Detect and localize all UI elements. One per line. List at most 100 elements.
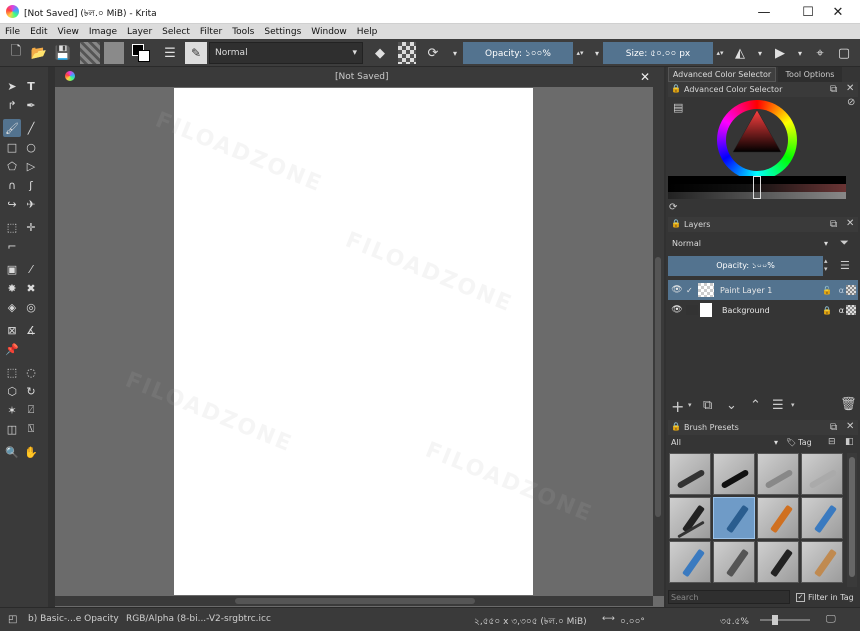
gradient-tool-icon[interactable]: ▣ bbox=[3, 260, 21, 278]
menu-select[interactable]: Select bbox=[162, 27, 190, 37]
move-tool-icon[interactable]: ✛ bbox=[22, 218, 40, 236]
menu-image[interactable]: Image bbox=[89, 27, 117, 37]
canvas-display-icon[interactable]: 🖵 bbox=[826, 614, 836, 625]
brush-search-input[interactable]: Search bbox=[668, 590, 790, 604]
menu-tools[interactable]: Tools bbox=[232, 27, 254, 37]
mirror-horizontal-icon[interactable]: ◭ bbox=[730, 42, 750, 64]
smart-patch-icon[interactable]: ✖ bbox=[22, 279, 40, 297]
float-panel-icon[interactable]: ⧉ bbox=[830, 422, 837, 433]
zoom-slider[interactable] bbox=[760, 615, 810, 625]
layer-blend-mode-select[interactable]: Normal ▾ bbox=[668, 234, 832, 252]
wrap-around-icon[interactable]: ⌖ bbox=[810, 42, 830, 64]
menu-filter[interactable]: Filter bbox=[200, 27, 222, 37]
alpha-icon[interactable]: α bbox=[839, 286, 844, 295]
canvas[interactable] bbox=[174, 88, 533, 595]
filter-in-tag-checkbox[interactable]: ✓ Filter in Tag bbox=[796, 590, 858, 604]
close-document-button[interactable]: ✕ bbox=[640, 70, 650, 84]
refresh-icon[interactable]: ⟳ bbox=[669, 202, 677, 213]
brush-settings-icon[interactable]: ☰ bbox=[160, 42, 180, 64]
inherit-alpha-icon[interactable] bbox=[846, 285, 856, 295]
menu-edit[interactable]: Edit bbox=[30, 27, 47, 37]
select-shapes-icon[interactable]: ➤ bbox=[3, 77, 21, 95]
magnetic-selection-icon[interactable]: ⍂ bbox=[22, 420, 40, 438]
menu-settings[interactable]: Settings bbox=[264, 27, 301, 37]
pan-tool-icon[interactable]: ✋ bbox=[22, 443, 40, 461]
brush-tag-filter-select[interactable]: All ▾ bbox=[668, 435, 781, 450]
brush-preset[interactable] bbox=[669, 497, 711, 539]
menu-window[interactable]: Window bbox=[311, 27, 347, 37]
layer-row-paint-layer-1[interactable]: 👁 ✓ Paint Layer 1 🔓 α bbox=[668, 280, 858, 300]
close-panel-icon[interactable]: ✕ bbox=[846, 421, 854, 432]
layer-row-background[interactable]: 👁 Background 🔒 α bbox=[668, 300, 858, 320]
inherit-alpha-icon[interactable] bbox=[846, 305, 856, 315]
display-settings-icon[interactable]: ◧ bbox=[845, 437, 854, 447]
colorize-mask-icon[interactable]: ✸ bbox=[3, 279, 21, 297]
gradient-swatch[interactable] bbox=[80, 42, 100, 64]
freehand-brush-icon[interactable]: 🖌 bbox=[3, 119, 21, 137]
tab-tool-options[interactable]: Tool Options bbox=[778, 67, 842, 82]
brush-preset[interactable] bbox=[669, 453, 711, 495]
checkbox-icon[interactable]: ✓ bbox=[796, 592, 805, 602]
crop-tool-icon[interactable]: ⌐ bbox=[3, 237, 21, 255]
checkbox-icon[interactable] bbox=[686, 305, 698, 315]
enclose-fill-icon[interactable]: ◎ bbox=[22, 298, 40, 316]
bezier-selection-icon[interactable]: ◫ bbox=[3, 420, 21, 438]
chevron-down-icon[interactable]: ▾ bbox=[791, 401, 795, 409]
fill-tool-icon[interactable]: ◈ bbox=[3, 298, 21, 316]
layer-menu-icon[interactable]: ☰ bbox=[840, 259, 850, 272]
multibrush-icon[interactable]: ✈ bbox=[22, 195, 40, 213]
vertical-scrollbar[interactable] bbox=[653, 87, 664, 596]
size-slider[interactable]: Size: ৫০.০০ px bbox=[603, 42, 713, 64]
horizontal-scrollbar[interactable] bbox=[55, 596, 653, 606]
polyline-tool-icon[interactable]: ▷ bbox=[22, 157, 40, 175]
polygon-tool-icon[interactable]: ⬠ bbox=[3, 157, 21, 175]
menu-file[interactable]: File bbox=[5, 27, 20, 37]
transform-tool-icon[interactable]: ⬚ bbox=[3, 218, 21, 236]
calligraphy-icon[interactable]: ✒ bbox=[22, 96, 40, 114]
delete-layer-icon[interactable]: 🗑 bbox=[840, 397, 857, 412]
chevron-down-icon[interactable]: ▾ bbox=[790, 42, 810, 64]
layer-opacity-slider[interactable]: Opacity: ১০০% bbox=[668, 256, 823, 276]
move-layer-down-icon[interactable]: ⌄ bbox=[726, 398, 737, 413]
similar-selection-icon[interactable]: ⍁ bbox=[22, 401, 40, 419]
open-folder-icon[interactable]: 📂 bbox=[29, 42, 49, 64]
lock-icon[interactable]: 🔒 bbox=[822, 306, 832, 315]
brush-preset[interactable] bbox=[757, 453, 799, 495]
text-tool-icon[interactable]: T bbox=[22, 77, 40, 95]
brush-preset[interactable] bbox=[801, 497, 843, 539]
size-spin-icon[interactable]: ▴▾ bbox=[714, 42, 726, 64]
float-panel-icon[interactable]: ⧉ bbox=[830, 84, 837, 95]
menu-help[interactable]: Help bbox=[357, 27, 378, 37]
pattern-swatch[interactable] bbox=[104, 42, 124, 64]
mirror-vertical-icon[interactable]: ▶ bbox=[770, 42, 790, 64]
contiguous-selection-icon[interactable]: ✶ bbox=[3, 401, 21, 419]
layer-opacity-spin-icon[interactable]: ▴ ▾ bbox=[824, 257, 828, 273]
ellipse-tool-icon[interactable]: ○ bbox=[22, 138, 40, 156]
brush-preset-selected[interactable] bbox=[713, 497, 755, 539]
lock-icon[interactable]: 🔒 bbox=[671, 219, 681, 228]
brush-preset[interactable] bbox=[801, 453, 843, 495]
edit-shapes-icon[interactable]: ↱ bbox=[3, 96, 21, 114]
checkbox-icon[interactable]: ✓ bbox=[686, 286, 698, 295]
opacity-spin-icon[interactable]: ▴▾ bbox=[574, 42, 586, 64]
brush-preset[interactable] bbox=[713, 453, 755, 495]
color-wheel[interactable] bbox=[717, 100, 797, 180]
alpha-lock-icon[interactable] bbox=[398, 42, 416, 64]
color-settings-icon[interactable]: ▤ bbox=[673, 101, 683, 114]
brush-scroll-thumb[interactable] bbox=[849, 457, 855, 577]
duplicate-layer-icon[interactable]: ⧉ bbox=[703, 398, 712, 413]
lock-icon[interactable]: 🔓 bbox=[822, 286, 832, 295]
brush-preset[interactable] bbox=[669, 541, 711, 583]
layer-properties-icon[interactable]: ☰ bbox=[772, 398, 784, 413]
menu-view[interactable]: View bbox=[58, 27, 79, 37]
zoom-slider-handle[interactable] bbox=[772, 615, 778, 625]
brush-preset[interactable] bbox=[757, 541, 799, 583]
alpha-icon[interactable]: α bbox=[839, 306, 844, 315]
reference-images-icon[interactable]: 📌 bbox=[3, 340, 21, 358]
line-tool-icon[interactable]: ╱ bbox=[22, 119, 40, 137]
blend-mode-select[interactable]: Normal ▾ bbox=[209, 42, 363, 64]
brush-preset[interactable] bbox=[757, 497, 799, 539]
lock-icon[interactable]: 🔒 bbox=[671, 84, 681, 93]
color-swatches[interactable] bbox=[130, 42, 152, 64]
elliptical-selection-icon[interactable]: ◌ bbox=[22, 363, 40, 381]
